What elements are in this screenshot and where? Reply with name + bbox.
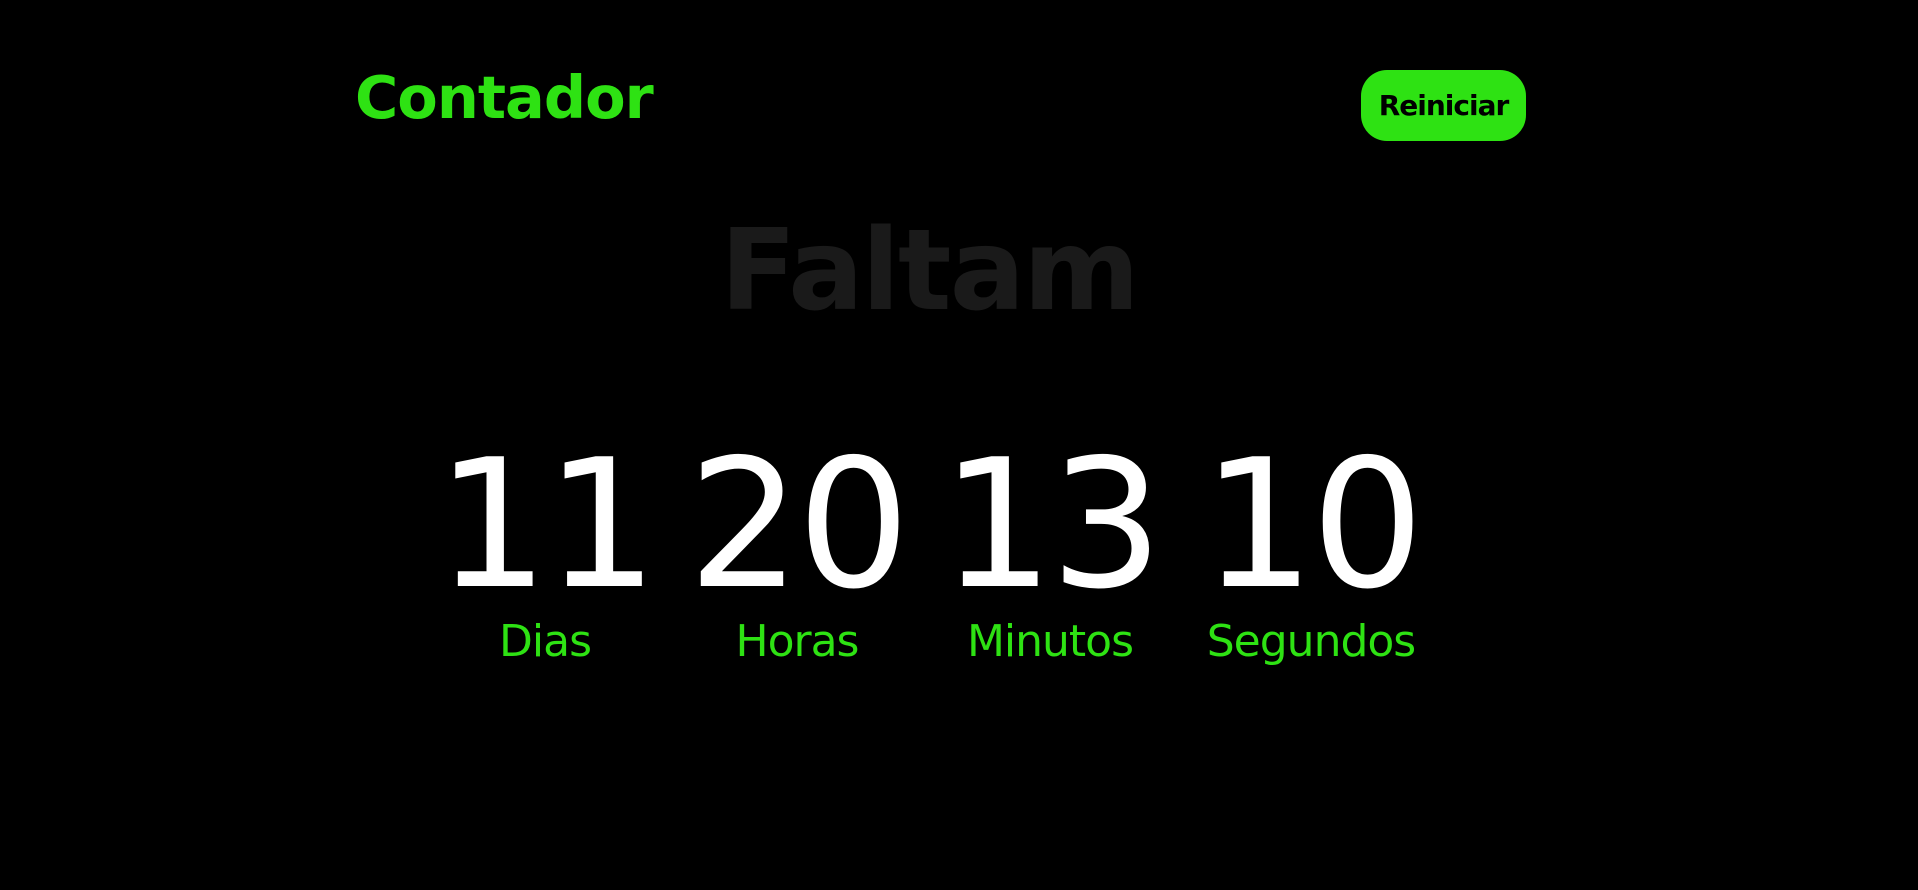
- hours-value: 20: [687, 421, 911, 628]
- seconds-value: 10: [1201, 421, 1425, 628]
- countdown-seconds: 10 Segundos: [1181, 421, 1441, 670]
- days-value: 11: [435, 421, 659, 628]
- seconds-label: Segundos: [1206, 616, 1416, 667]
- countdown-hours: 20 Horas: [667, 421, 927, 670]
- app-title: Contador: [355, 63, 654, 132]
- countdown-days: 11 Dias: [415, 421, 675, 670]
- restart-button[interactable]: Reiniciar: [1361, 70, 1526, 141]
- minutes-value: 13: [940, 421, 1164, 628]
- countdown-minutes: 13 Minutos: [920, 421, 1180, 670]
- countdown-heading: Faltam: [720, 206, 1140, 336]
